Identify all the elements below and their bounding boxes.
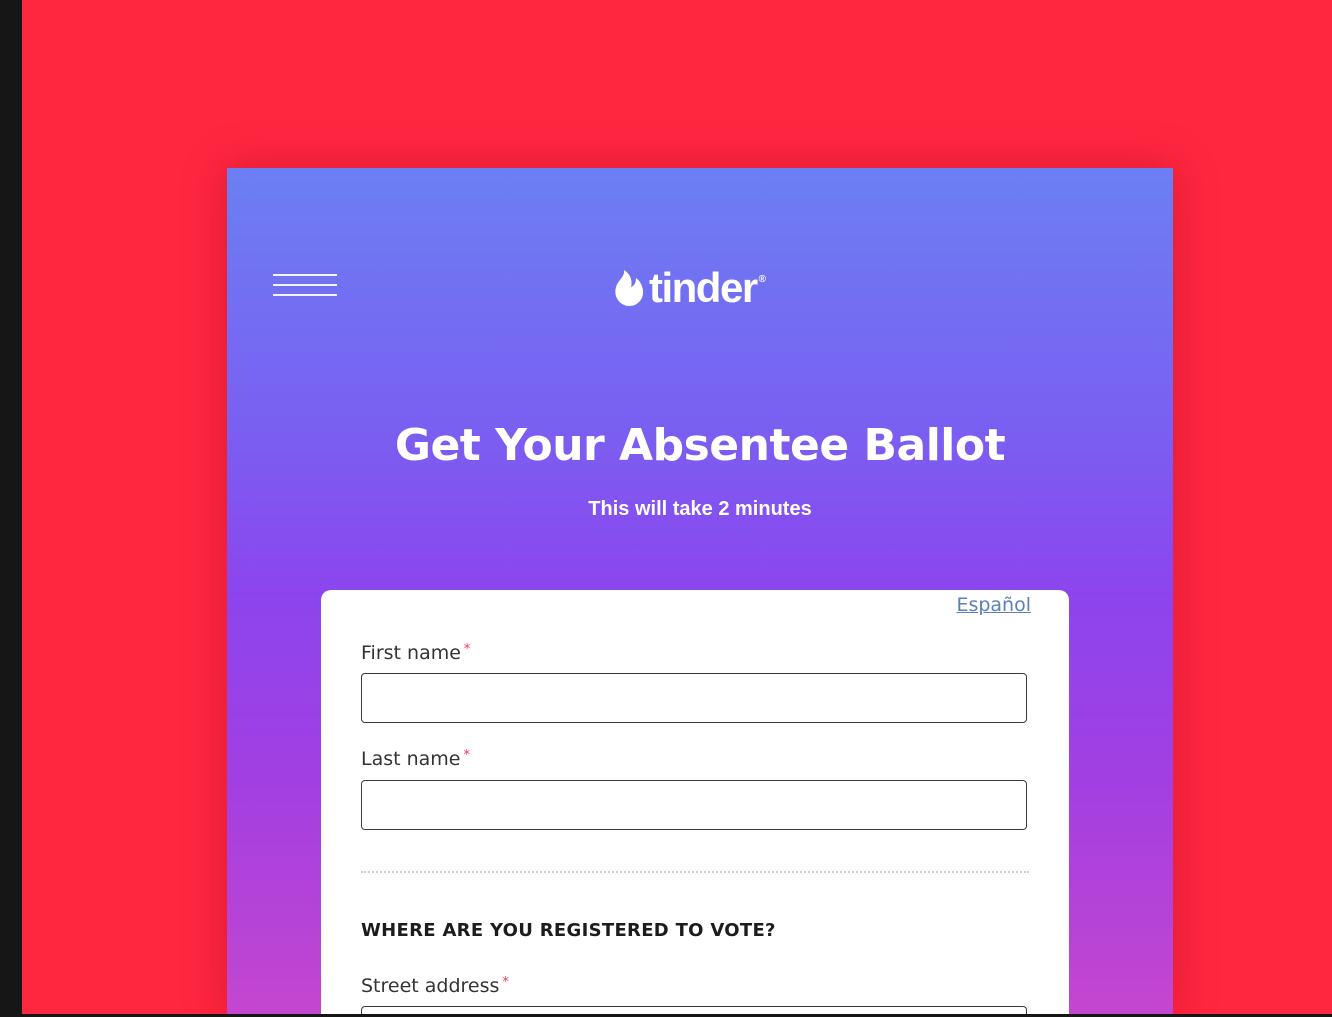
last-name-label-text: Last name xyxy=(361,748,461,770)
flame-icon xyxy=(615,270,644,306)
hamburger-menu-icon[interactable] xyxy=(273,274,337,302)
brand-name: tinder xyxy=(649,264,758,311)
menu-bar-bottom xyxy=(273,294,337,296)
menu-bar-top xyxy=(273,274,337,276)
registered-mark: ® xyxy=(758,274,767,285)
first-name-label: First name * xyxy=(361,642,470,664)
tinder-logo[interactable]: tinder ® xyxy=(613,264,766,312)
section-divider xyxy=(361,871,1029,873)
required-marker: * xyxy=(463,642,471,657)
last-name-input[interactable] xyxy=(361,780,1027,830)
street-address-label-text: Street address xyxy=(361,975,500,997)
page-title: Get Your Absentee Ballot xyxy=(394,420,1006,471)
first-name-label-text: First name xyxy=(361,642,461,664)
mobile-page-viewport: tinder ® Get Your Absentee Ballot This wi… xyxy=(227,168,1173,1017)
language-toggle-link[interactable]: Español xyxy=(956,594,1031,616)
page-subtitle: This will take 2 minutes xyxy=(588,498,812,520)
first-name-input[interactable] xyxy=(361,673,1027,723)
menu-bar-middle xyxy=(273,284,337,286)
registration-section-heading: WHERE ARE YOU REGISTERED TO VOTE? xyxy=(361,920,776,941)
last-name-label: Last name * xyxy=(361,748,470,770)
street-address-label: Street address * xyxy=(361,975,509,997)
required-marker: * xyxy=(502,975,509,990)
required-marker: * xyxy=(463,748,471,763)
ballot-form-card: Español First name * Last name * WHERE ARE… xyxy=(321,590,1069,1017)
window-edge-left xyxy=(0,0,22,1017)
